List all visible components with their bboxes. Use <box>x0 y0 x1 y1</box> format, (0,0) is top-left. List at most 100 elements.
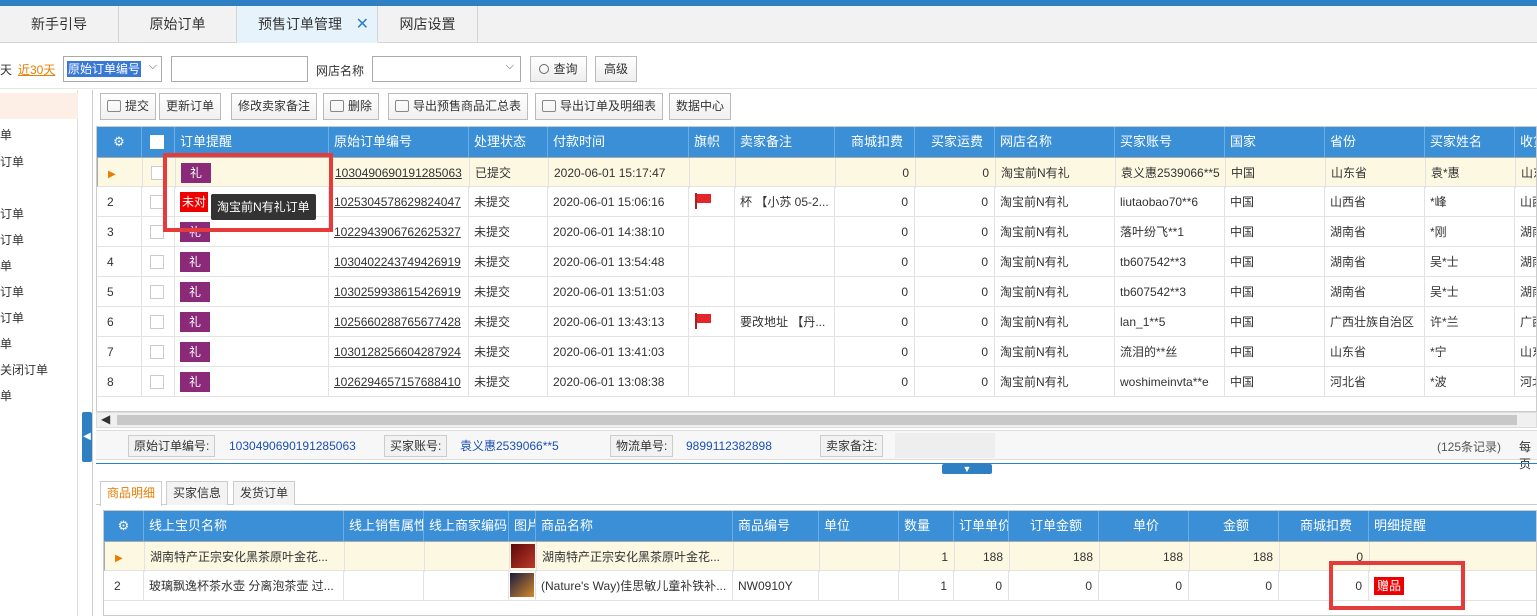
detail-row[interactable]: 2 玻璃飘逸杯茶水壶 分离泡茶壶 过... (Nature's Way)佳思敏儿童补… <box>104 571 1536 601</box>
cell-cb[interactable] <box>142 277 175 307</box>
col-header[interactable]: 商品名称 <box>536 511 733 541</box>
col-header[interactable]: 原始订单编号 <box>329 127 469 157</box>
col-header[interactable]: 订单单价 <box>954 511 1009 541</box>
nav-item[interactable]: 订单 <box>0 283 24 300</box>
col-header[interactable]: 单价 <box>1099 511 1189 541</box>
export-detail-button[interactable]: 导出订单及明细表 <box>535 93 664 120</box>
col-header[interactable]: 明细提醒 <box>1369 511 1536 541</box>
cell-cb[interactable] <box>142 367 175 397</box>
col-header[interactable]: 买家账号 <box>1115 127 1225 157</box>
tab-shop-settings[interactable]: 网店设置 <box>378 6 478 43</box>
cell-order[interactable]: 1022943906762625327 <box>329 217 469 247</box>
close-icon[interactable]: ✕ <box>356 6 369 43</box>
row-checkbox[interactable] <box>150 285 164 299</box>
col-header[interactable]: 网店名称 <box>995 127 1115 157</box>
nav-item[interactable]: 订单 <box>0 231 24 248</box>
grid-scrollbar[interactable]: ◀ <box>96 412 1537 428</box>
order-number-link[interactable]: 1025304578629824047 <box>334 195 461 209</box>
table-row[interactable]: 7 礼 1030128256604287924 未提交 2020-06-01 13:41… <box>97 337 1536 367</box>
col-header[interactable]: 卖家备注 <box>735 127 835 157</box>
col-header[interactable]: 买家姓名 <box>1425 127 1515 157</box>
order-number-link[interactable]: 1022943906762625327 <box>334 225 461 239</box>
order-number-link[interactable]: 1030259938615426919 <box>334 285 461 299</box>
edit-seller-note-button[interactable]: 修改卖家备注 <box>231 93 318 120</box>
cell-order[interactable]: 1026294657157688410 <box>329 367 469 397</box>
collapse-left-handle[interactable]: ◀ <box>82 412 92 462</box>
order-number-link[interactable]: 1030402243749426919 <box>334 255 461 269</box>
col-header[interactable]: 收货 <box>1515 127 1536 157</box>
tab-shipping-order[interactable]: 发货订单 <box>233 481 296 505</box>
last30-link[interactable]: 近30天 <box>18 61 55 78</box>
table-row[interactable]: 6 礼 1025660288765677428 未提交 2020-06-01 13:43… <box>97 307 1536 337</box>
col-header[interactable]: 订单金额 <box>1009 511 1099 541</box>
cell-order[interactable]: 1030490690191285063 <box>330 158 470 188</box>
row-checkbox[interactable] <box>150 345 164 359</box>
nav-item[interactable]: 订单 <box>0 153 24 170</box>
field-input[interactable] <box>171 56 308 82</box>
export-summary-button[interactable]: 导出预售商品汇总表 <box>388 93 529 120</box>
col-header[interactable]: 单位 <box>819 511 899 541</box>
tab-presale-orders[interactable]: 预售订单管理 ✕ <box>237 6 378 43</box>
tab-guide[interactable]: 新手引导 <box>0 6 119 43</box>
nav-item[interactable]: 订单 <box>0 205 24 222</box>
row-checkbox[interactable] <box>150 225 164 239</box>
row-checkbox[interactable] <box>150 255 164 269</box>
query-button[interactable]: 查询 <box>530 56 587 82</box>
order-number-link[interactable]: 1026294657157688410 <box>334 375 461 389</box>
col-header[interactable]: 线上销售属性 <box>344 511 424 541</box>
row-checkbox[interactable] <box>150 195 164 209</box>
tab-product-detail[interactable]: 商品明细 <box>100 481 163 506</box>
cell-order[interactable]: 1030402243749426919 <box>329 247 469 277</box>
col-header[interactable]: 线上商家编码 <box>424 511 509 541</box>
row-checkbox[interactable] <box>150 375 164 389</box>
nav-item[interactable]: 单 <box>0 335 12 352</box>
detail-row[interactable]: ▶ 湖南特产正宗安化黑茶原叶金花... 湖南特产正宗安化黑茶原叶金花... 1 188 1… <box>104 541 1536 572</box>
order-number-link[interactable]: 1030490690191285063 <box>335 166 462 180</box>
field-select[interactable]: 原始订单编号 ⌵ <box>63 56 162 82</box>
data-center-button[interactable]: 数据中心 <box>669 93 732 120</box>
tab-original-orders[interactable]: 原始订单 <box>119 6 237 43</box>
shop-select[interactable]: ⌵ <box>372 56 521 82</box>
col-header[interactable]: 数量 <box>899 511 954 541</box>
col-header[interactable]: 付款时间 <box>548 127 689 157</box>
col-header[interactable]: 处理状态 <box>469 127 548 157</box>
nav-item[interactable]: 单 <box>0 257 12 274</box>
table-row[interactable]: 8 礼 1026294657157688410 未提交 2020-06-01 13:08… <box>97 367 1536 397</box>
tab-buyer-info[interactable]: 买家信息 <box>166 481 229 505</box>
update-order-button[interactable]: 更新订单 <box>159 93 222 120</box>
col-header[interactable]: 商城扣费 <box>835 127 915 157</box>
nav-item[interactable]: 单 <box>0 126 12 143</box>
table-row[interactable]: 5 礼 1030259938615426919 未提交 2020-06-01 13:51… <box>97 277 1536 307</box>
nav-item[interactable]: 关闭订单 <box>0 361 48 378</box>
scroll-thumb[interactable] <box>117 415 1517 425</box>
nav-item[interactable]: 单 <box>0 387 12 404</box>
table-row[interactable]: 4 礼 1030402243749426919 未提交 2020-06-01 13:54… <box>97 247 1536 277</box>
advanced-button[interactable]: 高级 <box>595 56 637 82</box>
order-number-link[interactable]: 1025660288765677428 <box>334 315 461 329</box>
order-number-link[interactable]: 1030128256604287924 <box>334 345 461 359</box>
nav-item[interactable]: 订单 <box>0 309 24 326</box>
col-header[interactable]: 商城扣费 <box>1279 511 1369 541</box>
gear-icon[interactable]: ⚙ <box>104 511 144 541</box>
col-header[interactable]: 金额 <box>1189 511 1279 541</box>
col-header[interactable]: 线上宝贝名称 <box>144 511 344 541</box>
cell-order[interactable]: 1025660288765677428 <box>329 307 469 337</box>
cell-cb[interactable] <box>142 307 175 337</box>
col-header[interactable]: 商品编号 <box>733 511 819 541</box>
cell-order[interactable]: 1030259938615426919 <box>329 277 469 307</box>
col-header[interactable]: 旗帜 <box>689 127 735 157</box>
col-header[interactable]: 图片 <box>509 511 536 541</box>
col-header[interactable]: 省份 <box>1325 127 1425 157</box>
cell-order[interactable]: 1025304578629824047 <box>329 187 469 217</box>
submit-button[interactable]: 提交 <box>100 93 157 120</box>
delete-button[interactable]: 删除 <box>323 93 380 120</box>
gear-icon[interactable]: ⚙ <box>97 127 142 157</box>
cell-order[interactable]: 1030128256604287924 <box>329 337 469 367</box>
cell-cb[interactable] <box>142 247 175 277</box>
col-header[interactable]: 国家 <box>1225 127 1325 157</box>
cell-cb[interactable] <box>142 337 175 367</box>
scroll-left-icon[interactable]: ◀ <box>101 412 110 426</box>
collapse-down-handle[interactable]: ▼ <box>942 464 992 474</box>
row-checkbox[interactable] <box>150 315 164 329</box>
col-header[interactable]: 买家运费 <box>915 127 995 157</box>
